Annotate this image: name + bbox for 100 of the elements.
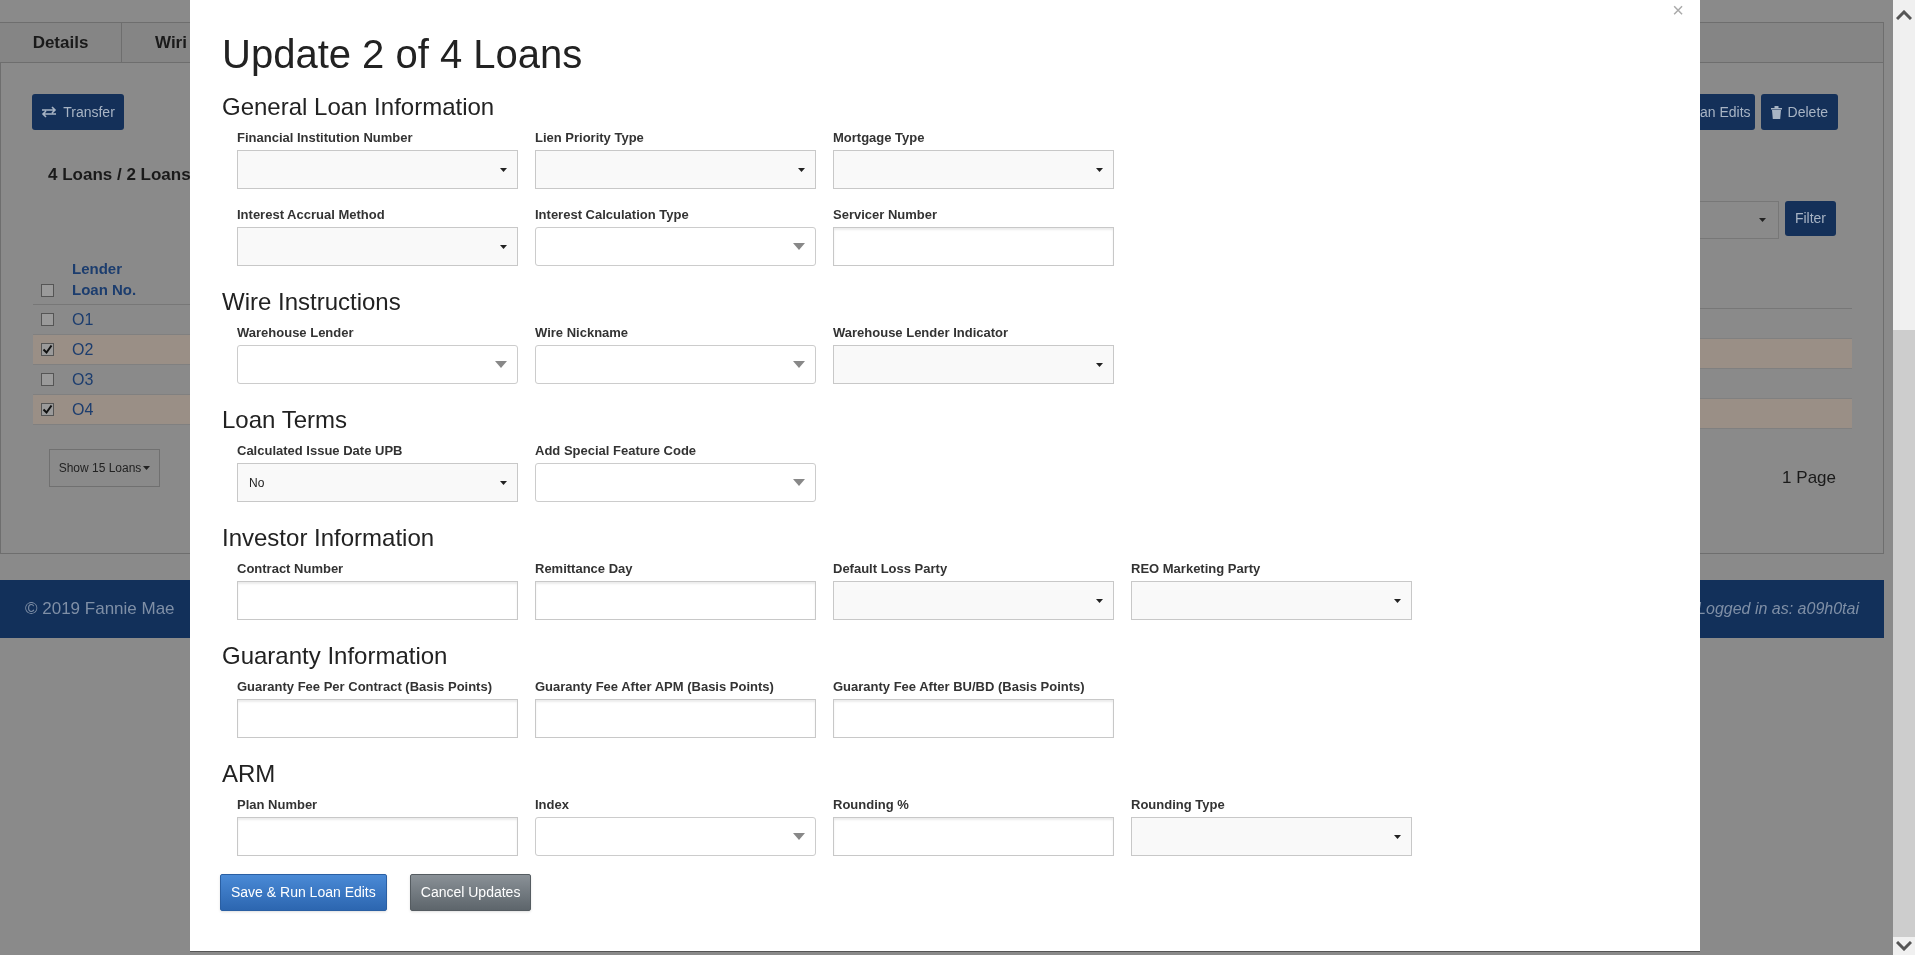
input-field[interactable] [833, 227, 1114, 266]
section-heading: Guaranty Information [222, 642, 448, 670]
input-field[interactable] [833, 817, 1114, 856]
caret-icon [500, 244, 507, 249]
caret-icon [798, 167, 805, 172]
select-field[interactable] [237, 227, 518, 266]
combo-field[interactable] [535, 227, 816, 266]
field-label: Interest Calculation Type [535, 207, 690, 223]
filter-select[interactable] [1700, 201, 1779, 239]
field-label: Add Special Feature Code [535, 443, 698, 459]
field-label: Interest Accrual Method [237, 207, 386, 223]
checkbox[interactable] [41, 313, 54, 326]
select-field[interactable] [237, 150, 518, 189]
caret-icon [1394, 834, 1401, 839]
trash-icon [1770, 105, 1782, 119]
column-header[interactable]: Lender Loan No. [72, 258, 152, 300]
input-field[interactable] [833, 699, 1114, 738]
input-field[interactable] [237, 817, 518, 856]
delete-button[interactable]: Delete [1760, 94, 1839, 130]
page-count: 1 Page [1782, 467, 1836, 489]
field-label: Mortgage Type [833, 130, 926, 146]
modal-title: Update 2 of 4 Loans [222, 31, 583, 78]
transfer-icon [41, 106, 58, 118]
combo-field[interactable] [535, 463, 816, 502]
caret-icon [500, 167, 507, 172]
input-field[interactable] [237, 699, 518, 738]
caret-icon [793, 479, 805, 486]
caret-icon [500, 480, 507, 485]
caret-icon [1758, 218, 1766, 222]
field-label: Financial Institution Number [237, 130, 414, 146]
section-heading: Wire Instructions [222, 288, 401, 316]
loan-count: 4 Loans / 2 Loans [48, 165, 190, 185]
caret-icon [495, 361, 507, 368]
field-label: Warehouse Lender [237, 325, 355, 341]
checkbox[interactable] [41, 284, 54, 297]
scroll-down-icon[interactable] [1896, 941, 1912, 951]
tab[interactable]: Wiri [122, 23, 187, 62]
field-label: Plan Number [237, 797, 319, 813]
caret-icon [1096, 362, 1103, 367]
loan-number-link[interactable]: O4 [72, 397, 94, 422]
filter-button[interactable]: Filter [1784, 201, 1836, 236]
combo-field[interactable] [237, 345, 518, 384]
table-row[interactable]: O2 [33, 335, 190, 365]
field-label: Rounding % [833, 797, 910, 813]
select-field[interactable]: No [237, 463, 518, 502]
field-label: Remittance Day [535, 561, 634, 577]
caret-icon [793, 361, 805, 368]
input-field[interactable] [535, 699, 816, 738]
edits-button[interactable]: an Edits [1700, 94, 1755, 130]
select-field[interactable] [1131, 817, 1412, 856]
scrollbar[interactable] [1893, 0, 1915, 955]
combo-field[interactable] [535, 817, 816, 856]
select-field[interactable] [833, 345, 1114, 384]
loan-number-link[interactable]: O1 [72, 307, 94, 332]
checkbox[interactable] [41, 373, 54, 386]
field-label: Rounding Type [1131, 797, 1226, 813]
show-loans-button[interactable]: Show 15 Loans [49, 449, 160, 487]
section-heading: ARM [222, 760, 276, 788]
field-label: Guaranty Fee After APM (Basis Points) [535, 679, 775, 695]
field-label: Guaranty Fee Per Contract (Basis Points) [237, 679, 493, 695]
close-button[interactable]: × [1672, 0, 1684, 20]
caret-icon [1096, 598, 1103, 603]
table-row[interactable] [1700, 339, 1852, 369]
input-field[interactable] [535, 581, 816, 620]
checkbox[interactable] [41, 343, 54, 356]
caret-icon [793, 833, 805, 840]
loan-number-link[interactable]: O2 [72, 337, 94, 362]
cancel-button[interactable]: Cancel Updates [409, 874, 532, 911]
combo-field[interactable] [535, 345, 816, 384]
caret-icon [793, 243, 805, 250]
section-heading: Loan Terms [222, 406, 347, 434]
loan-number-link[interactable]: O3 [72, 367, 94, 392]
tab[interactable]: Details [0, 23, 122, 62]
field-label: REO Marketing Party [1131, 561, 1262, 577]
field-label: Index [535, 797, 570, 813]
field-label: Lien Priority Type [535, 130, 645, 146]
caret-icon [1096, 167, 1103, 172]
input-field[interactable] [237, 581, 518, 620]
field-label: Contract Number [237, 561, 345, 577]
field-label: Default Loss Party [833, 561, 949, 577]
table-row[interactable] [1700, 399, 1852, 429]
checkbox[interactable] [41, 403, 54, 416]
field-label: Warehouse Lender Indicator [833, 325, 1010, 341]
select-field[interactable] [833, 581, 1114, 620]
scroll-up-icon[interactable] [1896, 10, 1912, 20]
select-field[interactable] [1131, 581, 1412, 620]
field-label: Servicer Number [833, 207, 939, 223]
field-label: Calculated Issue Date UPB [237, 443, 404, 459]
select-field[interactable] [833, 150, 1114, 189]
section-heading: General Loan Information [222, 93, 495, 121]
section-heading: Investor Information [222, 524, 435, 552]
field-label: Wire Nickname [535, 325, 630, 341]
field-label: Guaranty Fee After BU/BD (Basis Points) [833, 679, 1086, 695]
select-field[interactable] [535, 150, 816, 189]
copyright-text: © 2019 Fannie Mae [25, 598, 175, 621]
caret-icon [1394, 598, 1401, 603]
save-button[interactable]: Save & Run Loan Edits [220, 874, 387, 911]
transfer-button[interactable]: Transfer [32, 94, 124, 130]
table-row[interactable]: O4 [33, 395, 190, 425]
caret-icon [143, 466, 151, 470]
